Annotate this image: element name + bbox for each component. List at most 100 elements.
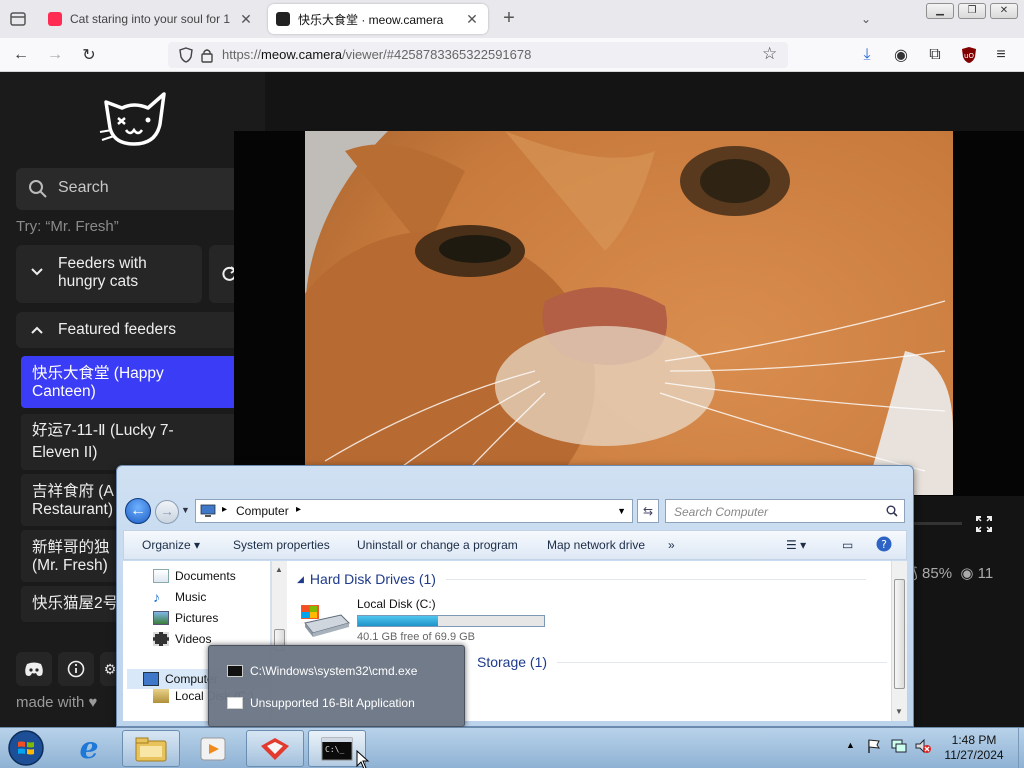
organize-button[interactable]: Organize ▾ [142,538,200,552]
hungry-feeders-toggle[interactable]: Feeders with hungry cats [16,245,202,303]
explorer-address-bar[interactable]: ▸ Computer ▸ ▼ [195,499,633,523]
mouse-cursor-icon [356,750,370,768]
feeder-item[interactable]: 好运7-11-Ⅱ (Lucky 7- Eleven II) [21,414,246,470]
feeder-item[interactable]: 快乐大食堂 (Happy Canteen) [21,356,246,408]
forward-arrow-icon[interactable]: → [44,44,66,66]
menu-hamburger-icon[interactable]: ≡ [990,44,1012,66]
breadcrumb-separator-icon[interactable]: ▸ [296,504,301,515]
discord-button[interactable] [16,652,52,686]
videos-icon [153,632,169,646]
help-icon[interactable]: ? [876,536,892,555]
close-tab-icon[interactable]: ✕ [464,11,480,27]
feeder-name-line1: 快乐大食堂 (Happy [32,365,164,382]
info-button[interactable] [58,652,94,686]
feeder-name-line1: 新鲜哥的独 [32,539,110,556]
application-window-icon [227,697,243,709]
computer-icon [200,504,216,517]
breadcrumb-computer[interactable]: Computer [236,504,289,518]
recent-pages-chevron-icon[interactable]: ▼ [181,505,190,515]
ublock-origin-icon[interactable]: uO [958,44,980,66]
close-window-button[interactable]: ✕ [990,3,1018,19]
jumplist-item-cmd[interactable]: C:\Windows\system32\cmd.exe [227,661,417,681]
extensions-puzzle-icon[interactable]: ⧉ [924,44,946,66]
search-box[interactable]: Search [16,168,246,210]
nav-documents[interactable]: Documents [153,569,236,583]
more-commands-button[interactable]: » [668,538,675,552]
tab-youtube[interactable]: Cat staring into your soul for 1 ✕ [40,4,262,34]
tab-meow-camera[interactable]: 快乐大食堂 · meow.camera ✕ [268,4,488,34]
taskbar-app-red[interactable] [246,730,304,767]
local-disk-name[interactable]: Local Disk (C:) [357,597,436,611]
system-clock[interactable]: 1:48 PM 11/27/2024 [932,733,1016,763]
live-cat-video[interactable] [305,131,953,495]
documents-icon [153,569,169,583]
taskbar-internet-explorer[interactable]: e [60,730,118,767]
scroll-up-icon[interactable]: ▲ [275,565,283,574]
local-disk-drive-icon[interactable] [301,605,351,644]
feeder-name-line1: 快乐猫屋2号 [32,595,119,612]
nav-videos[interactable]: Videos [153,632,211,646]
minimize-button[interactable]: ▁ [926,3,954,19]
network-icon[interactable] [890,738,908,759]
address-dropdown-icon[interactable]: ▼ [617,506,626,516]
explorer-forward-button[interactable]: → [155,500,179,524]
show-desktop-button[interactable] [1018,728,1024,768]
viewer-count: 11 [977,565,994,582]
taskbar-media-player[interactable] [184,730,242,767]
close-tab-icon[interactable]: ✕ [238,11,254,27]
volume-muted-icon[interactable] [914,738,932,759]
navigation-bar: ← → ↻ https://meow.camera/viewer/#425878… [0,38,1024,72]
change-view-icon[interactable]: ☰ ▾ [786,538,806,552]
tab-list-button[interactable] [6,8,30,30]
start-button[interactable] [4,729,48,767]
meow-camera-logo[interactable] [98,88,168,150]
tab-title: Cat staring into your soul for 1 [70,12,231,26]
feeder-name-line2: Eleven II) [32,444,98,461]
url-bar[interactable]: https://meow.camera/viewer/#425878336532… [168,42,788,68]
explorer-command-bar: Organize ▾ System properties Uninstall o… [123,530,907,560]
system-properties-button[interactable]: System properties [233,538,330,552]
group-hard-disk-drives[interactable]: ◢ Hard Disk Drives (1) [297,571,866,587]
explorer-search-box[interactable]: Search Computer [665,499,905,523]
reload-icon[interactable]: ↻ [78,44,100,66]
explorer-back-button[interactable]: ← [125,498,151,524]
cat-face-image [305,131,953,495]
preview-pane-icon[interactable]: ▭ [842,538,853,552]
url-text: https://meow.camera/viewer/#425878336532… [222,47,531,62]
download-icon[interactable]: ⤓ [856,44,878,66]
svg-text:?: ? [881,538,887,551]
tabs-dropdown-chevron-icon[interactable]: ⌄ [856,9,876,29]
collapse-group-icon: ◢ [297,573,304,584]
shield-icon[interactable] [178,47,194,63]
fullscreen-icon[interactable] [976,516,992,532]
group-removable-storage[interactable]: Storage (1) [477,654,888,670]
new-tab-button[interactable]: + [498,8,520,30]
restore-button[interactable]: ❐ [958,3,986,19]
show-hidden-icons-icon[interactable]: ▲ [846,740,855,750]
volume-slider[interactable] [912,522,962,525]
nav-pictures[interactable]: Pictures [153,611,218,625]
bookmark-star-icon[interactable]: ☆ [762,44,777,64]
account-icon[interactable]: ◉ [890,44,912,66]
nav-label: Documents [175,569,236,583]
taskbar-explorer[interactable] [122,730,180,767]
uninstall-program-button[interactable]: Uninstall or change a program [357,538,518,552]
search-icon [29,180,47,198]
action-center-flag-icon[interactable] [866,738,882,759]
taskbar-jump-list: C:\Windows\system32\cmd.exe Unsupported … [208,645,465,727]
lock-icon[interactable] [200,47,214,63]
back-arrow-icon[interactable]: ← [10,44,32,66]
featured-feeders-toggle[interactable]: Featured feeders [16,312,246,348]
content-scrollbar[interactable]: ▼ [891,561,907,721]
map-network-drive-button[interactable]: Map network drive [547,538,645,552]
scroll-down-icon[interactable]: ▼ [895,707,903,716]
nav-label: Pictures [175,611,219,625]
scrollbar-thumb[interactable] [894,579,905,689]
nav-label: Music [175,590,207,604]
info-icon [67,660,85,678]
jumplist-item-16bit[interactable]: Unsupported 16-Bit Application [227,693,415,713]
pictures-icon [153,611,169,625]
nav-music[interactable]: ♪ Music [153,590,206,604]
explorer-refresh-button[interactable]: ⇆ [637,499,659,523]
youtube-favicon-icon [48,12,62,26]
